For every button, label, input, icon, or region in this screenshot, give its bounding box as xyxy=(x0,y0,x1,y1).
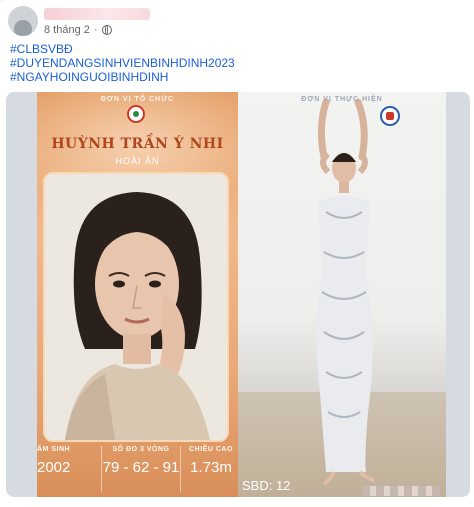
post-image[interactable]: ĐƠN VỊ TỔ CHỨC HUỲNH TRẦN Ý NHI HOÀI ÂN xyxy=(6,92,470,497)
organizer-logo xyxy=(127,105,145,123)
image-gutter xyxy=(446,92,470,497)
author-avatar[interactable] xyxy=(8,6,38,36)
stat-value: 79 - 62 - 91 xyxy=(102,459,180,476)
hashtag-link[interactable]: #NGAYHOINGUOIBINHDINH xyxy=(10,70,235,84)
stat-label: CHIỀU CAO xyxy=(189,446,233,453)
candidate-name: HUỲNH TRẦN Ý NHI xyxy=(51,136,224,152)
globe-icon xyxy=(101,25,112,35)
full-body-photo xyxy=(238,98,446,497)
candidate-profile-card: ĐƠN VỊ TỔ CHỨC HUỲNH TRẦN Ý NHI HOÀI ÂN xyxy=(37,92,238,497)
post-meta: 8 tháng 2 · xyxy=(44,24,112,36)
stat-value: 2002 xyxy=(37,459,71,476)
watermark-redacted xyxy=(362,486,440,496)
meta-separator: · xyxy=(93,24,98,36)
hashtag-link[interactable]: #CLBSVBĐ xyxy=(10,42,235,56)
candidate-stats: ĂM SINH 2002 SỐ ĐO 3 VÒNG 79 - 62 - 91 C… xyxy=(37,446,238,492)
portrait-photo xyxy=(45,174,227,440)
stat-value: 1.73m xyxy=(190,459,232,476)
organizer-label: ĐƠN VỊ TỔ CHỨC xyxy=(100,96,175,103)
stat-measurements: SỐ ĐO 3 VÒNG 79 - 62 - 91 xyxy=(101,446,181,492)
executor-label: ĐƠN VỊ THỰC HIỆN xyxy=(301,96,383,103)
facebook-post: 8 tháng 2 · #CLBSVBĐ #DUYENDANGSINHVIENB… xyxy=(0,0,474,507)
stat-height: CHIỀU CAO 1.73m xyxy=(184,446,238,492)
stat-label: SỐ ĐO 3 VÒNG xyxy=(112,446,170,453)
executor-logo xyxy=(380,106,400,126)
candidate-hometown: HOÀI ÂN xyxy=(115,156,160,166)
candidate-full-photo: ĐƠN VỊ THỰC HIỆN SBD: 12 xyxy=(238,92,446,497)
post-date[interactable]: 8 tháng 2 xyxy=(44,24,90,36)
portrait-frame xyxy=(43,172,229,442)
hashtag-list: #CLBSVBĐ #DUYENDANGSINHVIENBINHDINH2023 … xyxy=(10,42,235,84)
stat-birth-year: ĂM SINH 2002 xyxy=(37,446,97,492)
hashtag-link[interactable]: #DUYENDANGSINHVIENBINHDINH2023 xyxy=(10,56,235,70)
author-name-redacted[interactable] xyxy=(44,8,150,20)
candidate-number: SBD: 12 xyxy=(242,478,291,493)
stat-label: ĂM SINH xyxy=(37,446,71,453)
